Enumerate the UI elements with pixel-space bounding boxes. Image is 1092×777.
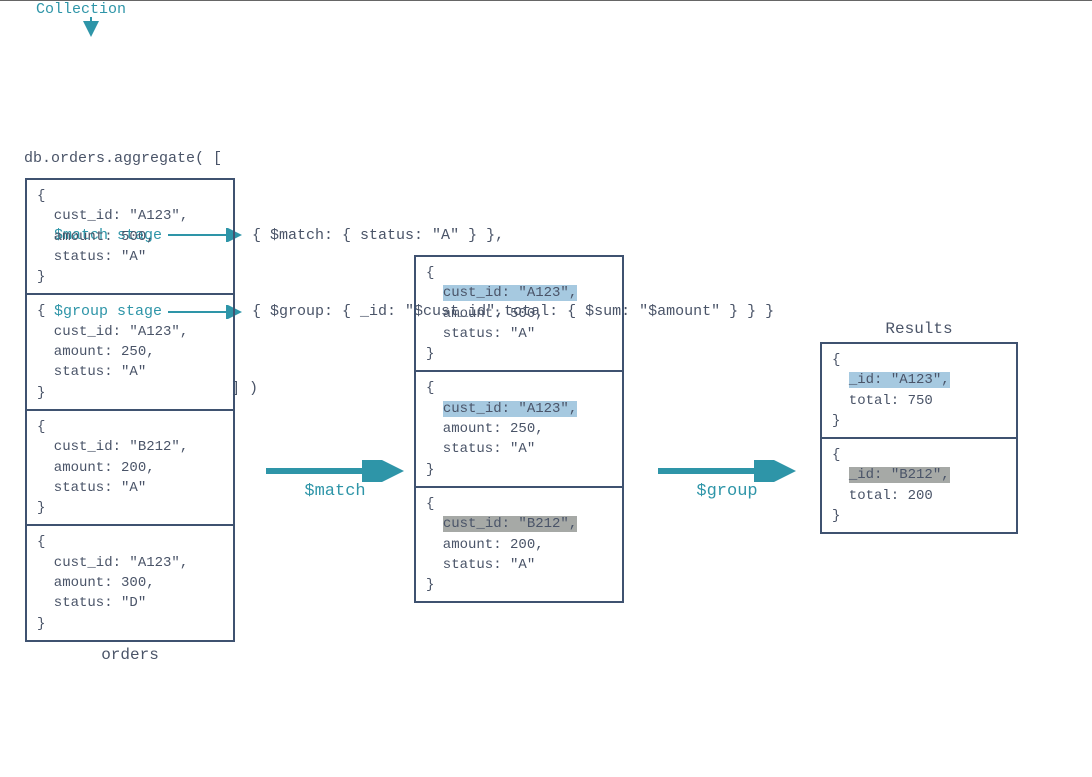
highlighted-field: cust_id: "A123", [443, 401, 577, 417]
orders-column: { cust_id: "A123", amount: 500, status: … [25, 178, 235, 664]
highlighted-field: cust_id: "A123", [443, 285, 577, 301]
code-line-open: db.orders.aggregate( [ [24, 146, 222, 172]
match-flow-label: $match [304, 482, 365, 501]
document-box: { _id: "B212", total: 200 } [820, 437, 1018, 534]
document-box: { _id: "A123", total: 750 } [820, 342, 1018, 439]
document-box: { cust_id: "A123", amount: 500, status: … [25, 178, 235, 295]
document-box: { cust_id: "A123", amount: 300, status: … [25, 524, 235, 641]
highlighted-field: cust_id: "B212", [443, 516, 577, 532]
document-box: { cust_id: "B212", amount: 200, status: … [25, 409, 235, 526]
results-caption: Results [820, 320, 1018, 338]
highlighted-field: _id: "B212", [849, 467, 950, 483]
highlighted-field: _id: "A123", [849, 372, 950, 388]
document-box: { cust_id: "A123", amount: 500, status: … [414, 255, 624, 372]
flow-arrow-icon [658, 460, 796, 482]
flow-arrow-icon [266, 460, 404, 482]
document-box: { cust_id: "A123", amount: 250, status: … [25, 293, 235, 410]
match-flow: $match [266, 460, 404, 501]
match-code: { $match: { status: "A" } }, [252, 223, 504, 249]
results-column: Results { _id: "A123", total: 750 }{ _id… [820, 320, 1018, 534]
document-box: { cust_id: "B212", amount: 200, status: … [414, 486, 624, 603]
orders-caption: orders [25, 646, 235, 664]
matched-column: { cust_id: "A123", amount: 500, status: … [414, 255, 624, 603]
document-box: { cust_id: "A123", amount: 250, status: … [414, 370, 624, 487]
code-line-close: ] ) [231, 376, 258, 402]
group-flow: $group [658, 460, 796, 501]
group-flow-label: $group [696, 482, 757, 501]
